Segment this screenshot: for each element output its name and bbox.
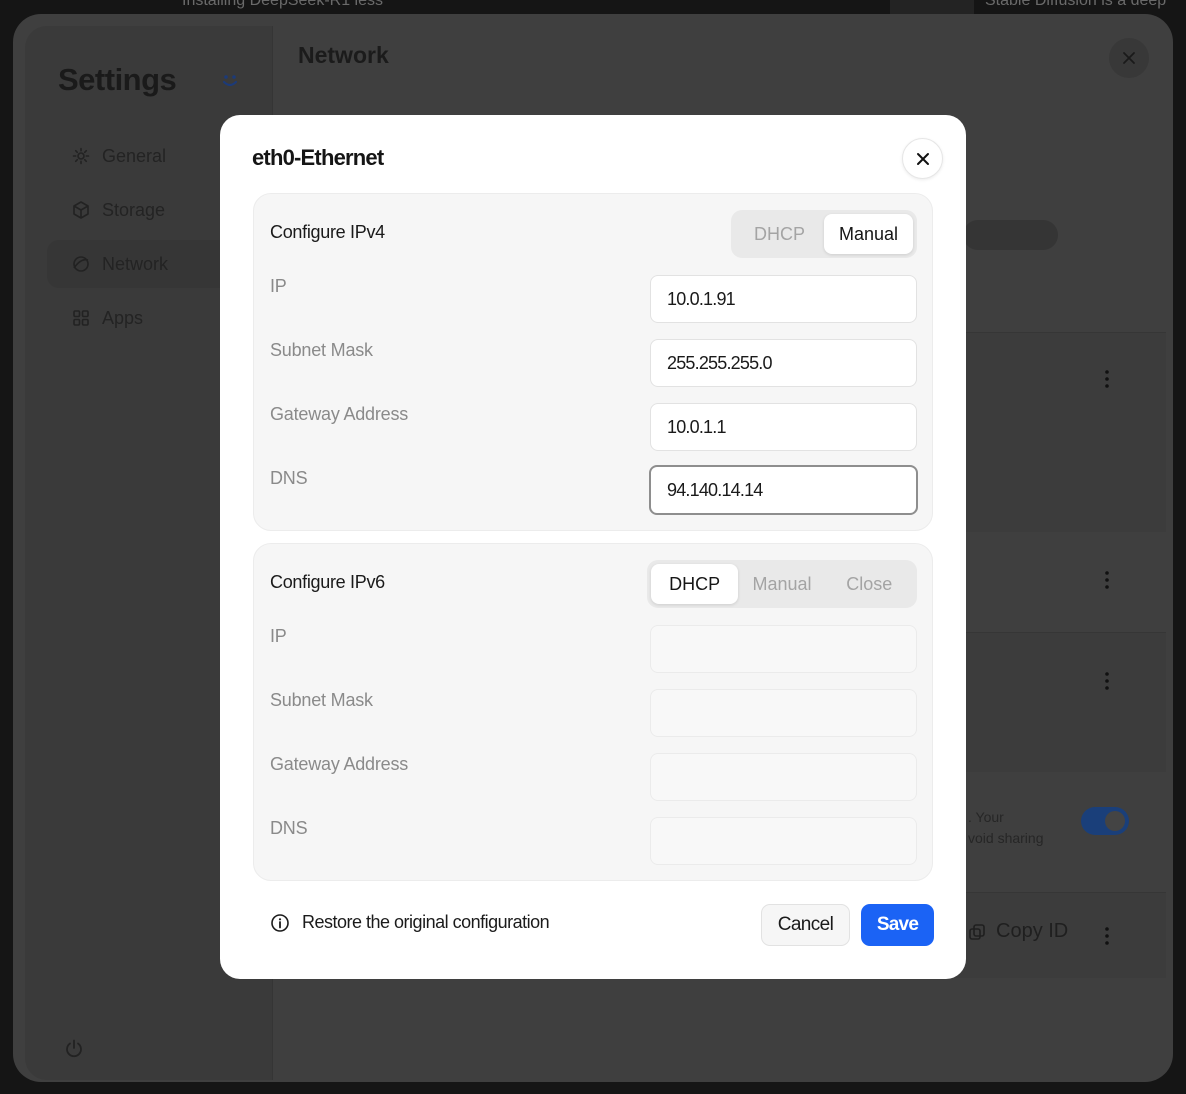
ipv4-subnet-input[interactable]: [650, 339, 917, 387]
smile-icon[interactable]: [219, 70, 241, 92]
info-icon: [271, 913, 289, 932]
more-icon[interactable]: [1103, 369, 1111, 389]
more-icon[interactable]: [1103, 926, 1111, 946]
ipv4-mode-selector: DHCP Manual: [731, 210, 917, 258]
background-pill: [963, 220, 1058, 250]
nav-item-label: Storage: [102, 199, 166, 220]
more-icon[interactable]: [1103, 671, 1111, 691]
ipv6-gateway-label: Gateway Address: [270, 754, 409, 774]
ipv4-title: Configure IPv4: [270, 222, 385, 242]
ipv4-mode-dhcp[interactable]: DHCP: [735, 214, 824, 254]
ipv6-dns-label: DNS: [270, 818, 308, 838]
ipv4-gateway-input[interactable]: [650, 403, 917, 451]
privacy-toggle[interactable]: [1081, 807, 1129, 835]
ipv4-mode-manual[interactable]: Manual: [824, 214, 913, 254]
gear-icon: [72, 147, 90, 165]
ipv4-ip-input[interactable]: [650, 275, 917, 323]
ipv6-ip-label: IP: [270, 626, 287, 646]
copy-id-button[interactable]: Copy ID: [968, 920, 1068, 943]
network-config-modal: eth0-Ethernet Configure IPv4 DHCP Manual…: [220, 115, 966, 979]
cube-icon: [73, 201, 89, 219]
ipv6-section: Configure IPv6 DHCP Manual Close IP Subn…: [253, 543, 933, 881]
background-top-block: [890, 0, 974, 14]
modal-title: eth0-Ethernet: [252, 145, 384, 170]
modal-close-button[interactable]: [902, 138, 943, 179]
ipv4-gateway-label: Gateway Address: [270, 404, 409, 424]
globe-icon: [73, 256, 89, 272]
ipv6-subnet-label: Subnet Mask: [270, 690, 373, 710]
ipv6-title: Configure IPv6: [270, 572, 385, 592]
ipv6-dns-input: [650, 817, 917, 865]
ipv6-mode-dhcp[interactable]: DHCP: [651, 564, 739, 604]
ipv6-ip-input: [650, 625, 917, 673]
grid-icon: [73, 310, 89, 326]
ipv6-subnet-input: [650, 689, 917, 737]
background-top-text-right: Stable Diffusion is a deep: [985, 0, 1167, 9]
copy-id-label: Copy ID: [996, 920, 1069, 942]
cancel-button[interactable]: Cancel: [761, 904, 850, 946]
save-button[interactable]: Save: [861, 904, 934, 946]
power-icon[interactable]: [63, 1038, 85, 1060]
more-icon[interactable]: [1103, 570, 1111, 590]
ipv4-section: Configure IPv4 DHCP Manual IP Subnet Mas…: [253, 193, 933, 531]
ipv4-dns-input[interactable]: [649, 465, 918, 515]
copy-icon: [969, 923, 985, 940]
main-close-button[interactable]: [1109, 38, 1149, 78]
main-title: Network: [298, 42, 389, 68]
ipv6-mode-close[interactable]: Close: [826, 564, 913, 604]
close-icon: [916, 152, 929, 165]
toggle-knob: [1105, 811, 1125, 831]
background-top-text: Installing DeepSeek-R1 less: [182, 0, 383, 9]
restore-label: Restore the original configuration: [302, 912, 550, 932]
nav-item-label: Apps: [102, 307, 144, 328]
nav-item-label: Network: [102, 253, 169, 274]
ipv4-ip-label: IP: [270, 276, 287, 296]
ipv4-subnet-label: Subnet Mask: [270, 340, 373, 360]
restore-original-link[interactable]: Restore the original configuration: [270, 912, 550, 933]
close-icon: [1123, 52, 1135, 64]
ipv6-mode-manual[interactable]: Manual: [738, 564, 825, 604]
settings-title: Settings: [58, 62, 177, 97]
privacy-text: void sharing: [968, 830, 1044, 846]
privacy-text: . Your: [968, 809, 1004, 825]
nav-item-label: General: [102, 145, 167, 166]
ipv4-dns-label: DNS: [270, 468, 308, 488]
ipv6-gateway-input: [650, 753, 917, 801]
ipv6-mode-selector: DHCP Manual Close: [647, 560, 917, 608]
